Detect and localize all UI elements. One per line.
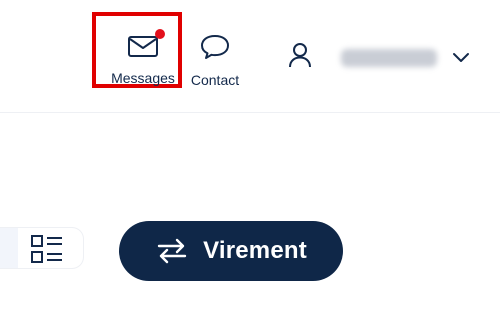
view-toggle[interactable] (0, 227, 84, 269)
virement-button[interactable]: Virement (119, 221, 343, 281)
transfer-arrows-icon (155, 234, 189, 268)
user-menu[interactable] (287, 41, 437, 74)
contact-label: Contact (190, 72, 240, 88)
contact-button[interactable]: Contact (186, 33, 244, 88)
envelope-icon (127, 29, 165, 64)
user-name-redacted (341, 48, 437, 67)
notification-dot (155, 29, 165, 39)
chevron-down-icon[interactable] (452, 51, 470, 69)
chat-bubble-icon (199, 33, 231, 66)
user-icon (287, 41, 313, 74)
virement-label: Virement (203, 237, 307, 264)
messages-button[interactable]: Messages (110, 29, 176, 86)
toggle-left-segment (0, 228, 18, 268)
top-navigation-bar: Messages Contact (0, 0, 500, 113)
messages-label: Messages (111, 70, 175, 86)
list-view-icon (30, 234, 64, 268)
